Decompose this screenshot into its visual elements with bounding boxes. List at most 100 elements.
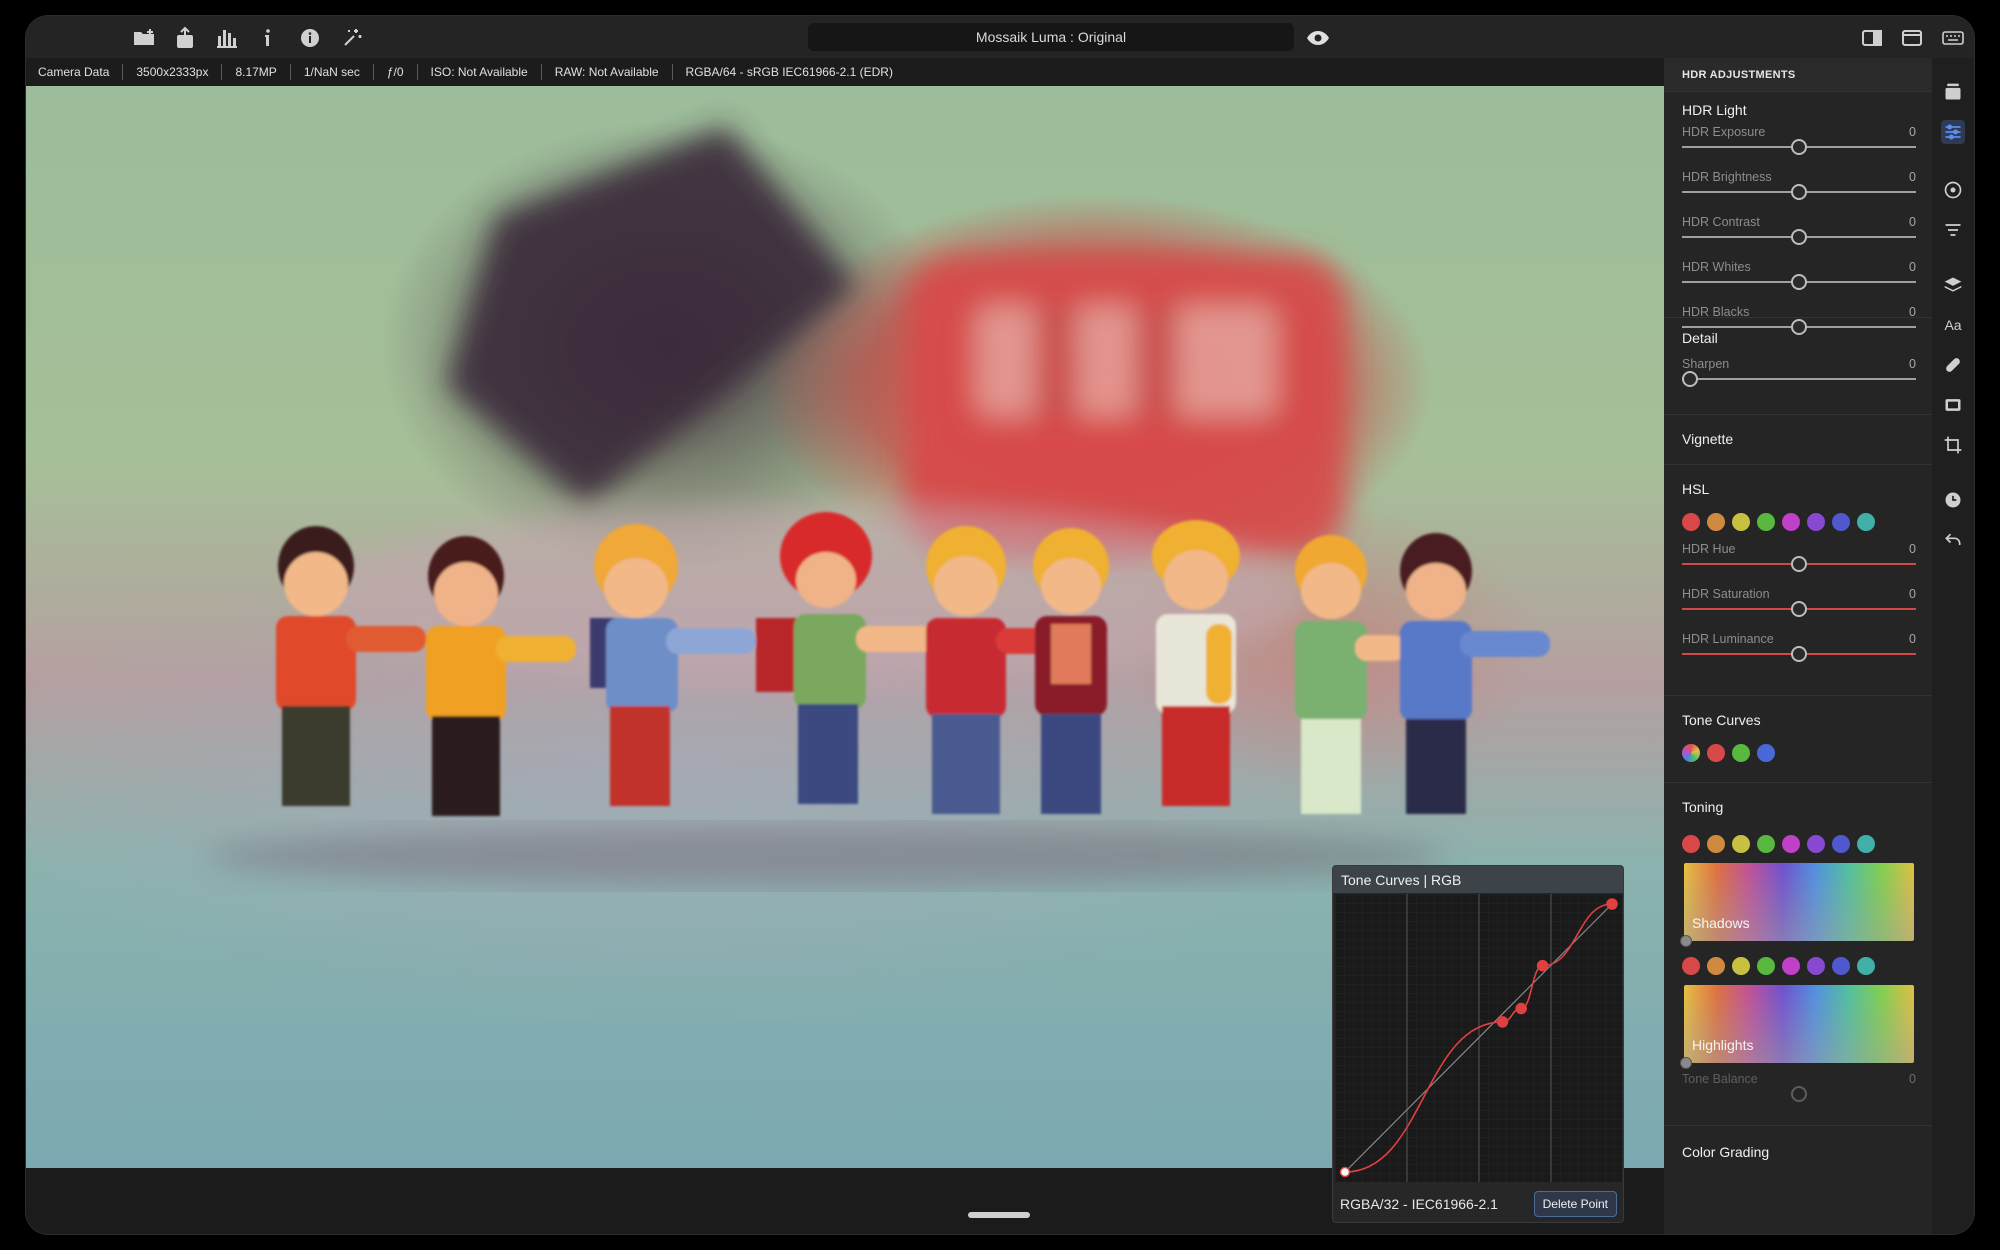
highlights-swatch-1[interactable] bbox=[1682, 957, 1700, 975]
slider-hdr-brightness[interactable]: HDR Brightness 0 bbox=[1682, 167, 1916, 212]
history-icon[interactable] bbox=[1941, 488, 1965, 512]
delete-point-button[interactable]: Delete Point bbox=[1533, 1191, 1617, 1217]
shadows-swatch-5[interactable] bbox=[1782, 835, 1800, 853]
import-folder-icon[interactable] bbox=[130, 24, 158, 52]
slider-track[interactable] bbox=[1682, 378, 1916, 380]
home-indicator[interactable] bbox=[968, 1212, 1030, 1218]
undo-icon[interactable] bbox=[1941, 528, 1965, 552]
highlights-swatch-7[interactable] bbox=[1832, 957, 1850, 975]
shadows-swatch-6[interactable] bbox=[1807, 835, 1825, 853]
text-icon[interactable]: Aa bbox=[1941, 313, 1965, 337]
highlights-swatch-6[interactable] bbox=[1807, 957, 1825, 975]
toning-title[interactable]: Toning bbox=[1682, 783, 1916, 829]
shadows-swatch-1[interactable] bbox=[1682, 835, 1700, 853]
slider-value: 0 bbox=[1909, 632, 1916, 646]
highlights-swatch-4[interactable] bbox=[1757, 957, 1775, 975]
keyboard-icon[interactable] bbox=[1939, 24, 1967, 52]
curve-control-point[interactable] bbox=[1339, 1166, 1351, 1178]
hsl-title[interactable]: HSL bbox=[1682, 465, 1916, 507]
highlights-swatch-5[interactable] bbox=[1782, 957, 1800, 975]
tone-curve-title[interactable]: Tone Curves | RGB bbox=[1333, 866, 1623, 893]
hsl-swatch-7[interactable] bbox=[1832, 513, 1850, 531]
slider-hdr-whites[interactable]: HDR Whites 0 bbox=[1682, 257, 1916, 302]
slider-thumb[interactable] bbox=[1791, 139, 1807, 155]
info-circle-icon[interactable] bbox=[296, 24, 324, 52]
highlights-swatch-2[interactable] bbox=[1707, 957, 1725, 975]
tone-curve-channel-swatch-4[interactable] bbox=[1757, 744, 1775, 762]
shadows-color-picker[interactable]: Shadows bbox=[1680, 863, 1914, 947]
shadows-swatch-4[interactable] bbox=[1757, 835, 1775, 853]
vignette-section[interactable]: Vignette bbox=[1664, 415, 1932, 465]
export-icon[interactable] bbox=[171, 24, 199, 52]
hsl-swatch-3[interactable] bbox=[1732, 513, 1750, 531]
slider-value: 0 bbox=[1909, 1072, 1916, 1086]
curve-control-point[interactable] bbox=[1536, 959, 1549, 972]
eye-icon[interactable] bbox=[1304, 24, 1332, 52]
healing-icon[interactable] bbox=[1941, 353, 1965, 377]
tone-curve-plot[interactable] bbox=[1335, 894, 1622, 1182]
hsl-swatch-8[interactable] bbox=[1857, 513, 1875, 531]
filter-lines-icon[interactable] bbox=[1941, 218, 1965, 242]
slider-thumb[interactable] bbox=[1791, 556, 1807, 572]
slider-hdr-blacks[interactable]: HDR Blacks 0 bbox=[1682, 302, 1916, 347]
shadows-swatch-3[interactable] bbox=[1732, 835, 1750, 853]
shadows-swatch-7[interactable] bbox=[1832, 835, 1850, 853]
hsl-swatch-1[interactable] bbox=[1682, 513, 1700, 531]
slider-thumb[interactable] bbox=[1682, 371, 1698, 387]
tone-curve-channel-swatch-1[interactable] bbox=[1682, 744, 1700, 762]
slider-thumb[interactable] bbox=[1791, 184, 1807, 200]
adjustments-icon[interactable] bbox=[1941, 120, 1965, 144]
color-grading-section[interactable]: Color Grading bbox=[1664, 1126, 1932, 1186]
shadows-swatch-2[interactable] bbox=[1707, 835, 1725, 853]
sidebar-toggle-icon[interactable] bbox=[1858, 24, 1886, 52]
curve-control-point[interactable] bbox=[1606, 898, 1618, 910]
window-title[interactable]: Mossaik Luma : Original bbox=[808, 23, 1294, 51]
slider-thumb[interactable] bbox=[1791, 646, 1807, 662]
tone-curve-channel-swatch-2[interactable] bbox=[1707, 744, 1725, 762]
slider-label: HDR Hue bbox=[1682, 542, 1736, 556]
hsl-swatch-4[interactable] bbox=[1757, 513, 1775, 531]
shadows-swatch-8[interactable] bbox=[1857, 835, 1875, 853]
slider-sharpen[interactable]: Sharpen 0 bbox=[1682, 354, 1916, 399]
layers-stack-icon[interactable] bbox=[1941, 80, 1965, 104]
slider-thumb[interactable] bbox=[1791, 1086, 1807, 1102]
slider-hdr-exposure[interactable]: HDR Exposure 0 bbox=[1682, 122, 1916, 167]
hsl-swatch-2[interactable] bbox=[1707, 513, 1725, 531]
slider-label: HDR Saturation bbox=[1682, 587, 1770, 601]
tone-balance-slider[interactable]: Tone Balance 0 bbox=[1682, 1069, 1916, 1114]
curve-control-point[interactable] bbox=[1515, 1002, 1527, 1015]
curve-control-point[interactable] bbox=[1496, 1016, 1509, 1028]
shadows-handle[interactable] bbox=[1680, 935, 1692, 947]
highlights-swatch-3[interactable] bbox=[1732, 957, 1750, 975]
slider-hdr-saturation[interactable]: HDR Saturation 0 bbox=[1682, 584, 1916, 629]
info-icon[interactable] bbox=[254, 24, 282, 52]
hdr-light-title[interactable]: HDR Light bbox=[1682, 92, 1916, 122]
highlights-color-picker[interactable]: Highlights bbox=[1680, 985, 1914, 1069]
magic-wand-icon[interactable] bbox=[338, 24, 366, 52]
histogram-icon[interactable] bbox=[213, 24, 241, 52]
highlights-handle[interactable] bbox=[1680, 1057, 1692, 1069]
hsl-swatch-6[interactable] bbox=[1807, 513, 1825, 531]
slider-thumb[interactable] bbox=[1791, 601, 1807, 617]
slider-thumb[interactable] bbox=[1791, 229, 1807, 245]
highlights-color-swatches bbox=[1682, 941, 1916, 983]
window-layout-icon[interactable] bbox=[1898, 24, 1926, 52]
tool-rail: Aa bbox=[1932, 58, 1974, 1234]
slider-thumb[interactable] bbox=[1791, 319, 1807, 335]
slider-thumb[interactable] bbox=[1791, 274, 1807, 290]
hsl-swatch-5[interactable] bbox=[1782, 513, 1800, 531]
frame-icon[interactable] bbox=[1941, 393, 1965, 417]
slider-hdr-luminance[interactable]: HDR Luminance 0 bbox=[1682, 629, 1916, 674]
tone-curves-title[interactable]: Tone Curves bbox=[1682, 696, 1916, 738]
crop-icon[interactable] bbox=[1941, 433, 1965, 457]
highlights-swatch-8[interactable] bbox=[1857, 957, 1875, 975]
tone-curve-popup[interactable]: Tone Curves | RGB RGBA/32 - IEC61966-2.1 bbox=[1332, 865, 1624, 1223]
layers-icon[interactable] bbox=[1941, 273, 1965, 297]
vignette-title[interactable]: Vignette bbox=[1682, 415, 1916, 451]
tone-curve-graph[interactable] bbox=[1335, 894, 1622, 1182]
target-icon[interactable] bbox=[1941, 178, 1965, 202]
slider-hdr-contrast[interactable]: HDR Contrast 0 bbox=[1682, 212, 1916, 257]
slider-hdr-hue[interactable]: HDR Hue 0 bbox=[1682, 539, 1916, 584]
color-grading-title[interactable]: Color Grading bbox=[1682, 1126, 1916, 1162]
tone-curve-channel-swatch-3[interactable] bbox=[1732, 744, 1750, 762]
